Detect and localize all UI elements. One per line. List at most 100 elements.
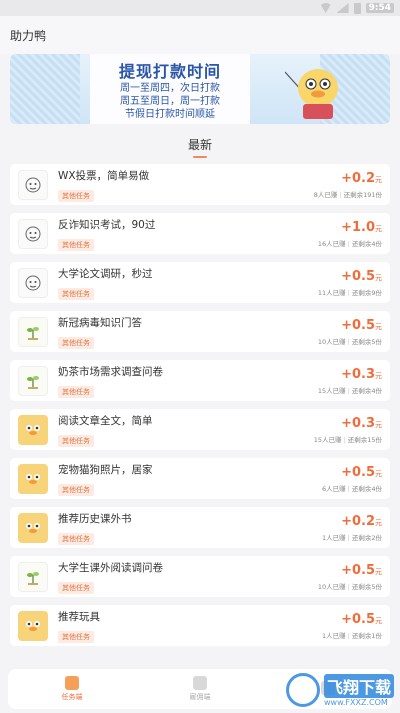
task-card[interactable]: 大学论文调研，秒过 其他任务 +0.5元 11人已赚 | 还剩余9份 — [10, 262, 390, 303]
task-card[interactable]: 阅读文章全文，简单 其他任务 +0.3元 15人已赚 | 还剩余15份 — [10, 409, 390, 450]
task-done-count: 10人已赚 — [317, 582, 346, 591]
task-done-count: 15人已赚 — [313, 435, 342, 444]
task-title: 新冠病毒知识门答 — [58, 316, 142, 329]
reward-amount: +0.5 — [341, 268, 375, 284]
reward-unit: 元 — [375, 224, 382, 233]
reward-amount: +0.2 — [341, 513, 375, 529]
task-done-count: 10人已赚 — [317, 337, 346, 346]
task-reward: +0.3元 — [318, 367, 382, 382]
task-reward: +0.5元 — [318, 318, 382, 333]
reward-amount: +0.5 — [341, 464, 375, 480]
task-stats: 11人已赚 | 还剩余9份 — [317, 288, 382, 297]
task-reward: +0.5元 — [322, 612, 382, 627]
banner-line: 节假日打款时间顺延 — [125, 109, 215, 120]
banner-title: 提现打款时间 — [118, 62, 221, 81]
task-title: 大学论文调研，秒过 — [58, 267, 153, 280]
task-avatar-icon — [18, 316, 48, 347]
task-reward: +0.2元 — [322, 514, 382, 529]
battery-icon — [353, 2, 361, 14]
reward-amount: +0.5 — [341, 562, 375, 578]
task-card[interactable]: WX投票，简单易做 其他任务 +0.2元 8人已赚 | 还剩余191份 — [10, 164, 390, 205]
task-stats: 1人已赚 | 还剩余2份 — [322, 533, 382, 542]
task-reward: +0.5元 — [322, 465, 382, 480]
task-card[interactable]: 大学生课外阅读调问卷 其他任务 +0.5元 10人已赚 | 还剩余5份 — [10, 556, 390, 597]
watermark-url: www.FXXZ.COM — [323, 697, 388, 707]
task-title: 奶茶市场需求调查问卷 — [58, 365, 163, 378]
wifi-icon — [319, 3, 332, 13]
banner-board: 提现打款时间 周一至周四，次日打款 周五至周日，周一打款 节假日打款时间顺延 — [90, 54, 250, 124]
task-tag: 其他任务 — [58, 581, 94, 594]
reward-amount: +0.5 — [341, 317, 375, 333]
task-title: 阅读文章全文，简单 — [58, 414, 153, 427]
task-reward: +0.5元 — [318, 269, 382, 284]
task-tag: 其他任务 — [58, 336, 94, 349]
task-title: 反诈知识考试，90过 — [58, 218, 156, 231]
reward-unit: 元 — [375, 616, 382, 625]
task-avatar-icon — [18, 267, 48, 298]
task-card[interactable]: 推荐历史课外书 其他任务 +0.2元 1人已赚 | 还剩余2份 — [10, 507, 390, 548]
task-card[interactable]: 新冠病毒知识门答 其他任务 +0.5元 10人已赚 | 还剩余5份 — [10, 311, 390, 352]
task-remaining: 还剩余4份 — [351, 484, 382, 493]
status-bar: 9:54 — [0, 0, 400, 16]
task-done-count: 15人已赚 — [317, 386, 346, 395]
task-stats: 15人已赚 | 还剩余4份 — [317, 386, 382, 395]
task-tag: 其他任务 — [58, 434, 94, 447]
task-stats: 16人已赚 | 还剩余4份 — [317, 239, 382, 248]
task-title: 宠物猫狗照片，居家 — [58, 463, 153, 476]
reward-amount: +0.2 — [341, 170, 375, 186]
task-title: 推荐玩具 — [58, 610, 100, 623]
task-avatar-icon — [18, 365, 48, 396]
task-tag: 其他任务 — [58, 532, 94, 545]
task-title: WX投票，简单易做 — [58, 169, 150, 182]
reward-amount: +1.0 — [341, 219, 375, 235]
task-avatar-icon — [18, 218, 48, 249]
task-stats: 10人已赚 | 还剩余5份 — [317, 337, 382, 346]
task-done-count: 1人已赚 — [322, 533, 346, 542]
task-avatar-icon — [18, 414, 48, 445]
task-card[interactable]: 奶茶市场需求调查问卷 其他任务 +0.3元 15人已赚 | 还剩余4份 — [10, 360, 390, 401]
task-card[interactable]: 推荐玩具 其他任务 +0.5元 1人已赚 | 还剩余1份 — [10, 605, 390, 646]
task-avatar-icon — [18, 610, 48, 641]
task-title: 推荐历史课外书 — [58, 512, 132, 525]
task-reward: +0.5元 — [318, 563, 382, 578]
task-reward: +0.3元 — [314, 416, 382, 431]
reward-unit: 元 — [375, 175, 382, 184]
task-stats: 8人已赚 | 还剩余191份 — [313, 190, 382, 199]
task-avatar-icon — [18, 463, 48, 494]
reward-amount: +0.3 — [341, 366, 375, 382]
task-card[interactable]: 反诈知识考试，90过 其他任务 +1.0元 16人已赚 | 还剩余4份 — [10, 213, 390, 254]
task-remaining: 还剩余191份 — [343, 190, 382, 199]
task-avatar-icon — [18, 561, 48, 592]
task-done-count: 11人已赚 — [317, 288, 346, 297]
task-card[interactable]: 宠物猫狗照片，居家 其他任务 +0.5元 6人已赚 | 还剩余4份 — [10, 458, 390, 499]
reward-unit: 元 — [375, 469, 382, 478]
employer-icon — [193, 676, 207, 690]
section-title: 最新 — [187, 138, 212, 152]
task-remaining: 还剩余5份 — [351, 582, 382, 591]
watermark: 飞翔下载 www.FXXZ.COM — [285, 673, 394, 707]
task-done-count: 8人已赚 — [313, 190, 338, 199]
task-avatar-icon — [18, 512, 48, 543]
status-time: 9:54 — [365, 3, 394, 13]
payout-banner[interactable]: 提现打款时间 周一至周四，次日打款 周五至周日，周一打款 节假日打款时间顺延 — [10, 54, 390, 124]
task-tag: 其他任务 — [58, 238, 94, 251]
nav-employer[interactable]: 雇佣端 — [170, 676, 230, 702]
task-done-count: 16人已赚 — [317, 239, 346, 248]
task-tag: 其他任务 — [58, 189, 94, 202]
task-stats: 10人已赚 | 还剩余5份 — [317, 582, 382, 591]
task-remaining: 还剩余1份 — [351, 631, 382, 640]
task-stats: 15人已赚 | 还剩余15份 — [313, 435, 382, 444]
task-reward: +1.0元 — [318, 220, 382, 235]
reward-unit: 元 — [375, 420, 382, 429]
nav-tasks[interactable]: 任务端 — [42, 676, 102, 702]
task-remaining: 还剩余9份 — [351, 288, 382, 297]
nav-label: 雇佣端 — [189, 693, 211, 701]
task-remaining: 还剩余5份 — [351, 337, 382, 346]
watermark-text: 飞翔下载 — [323, 673, 394, 698]
task-remaining: 还剩余4份 — [351, 386, 382, 395]
task-avatar-icon — [18, 169, 48, 200]
task-tag: 其他任务 — [58, 385, 94, 398]
app-header: 助力鸭 — [0, 16, 400, 54]
banner-line: 周一至周四，次日打款 — [120, 83, 220, 94]
signal-icon — [336, 3, 349, 13]
